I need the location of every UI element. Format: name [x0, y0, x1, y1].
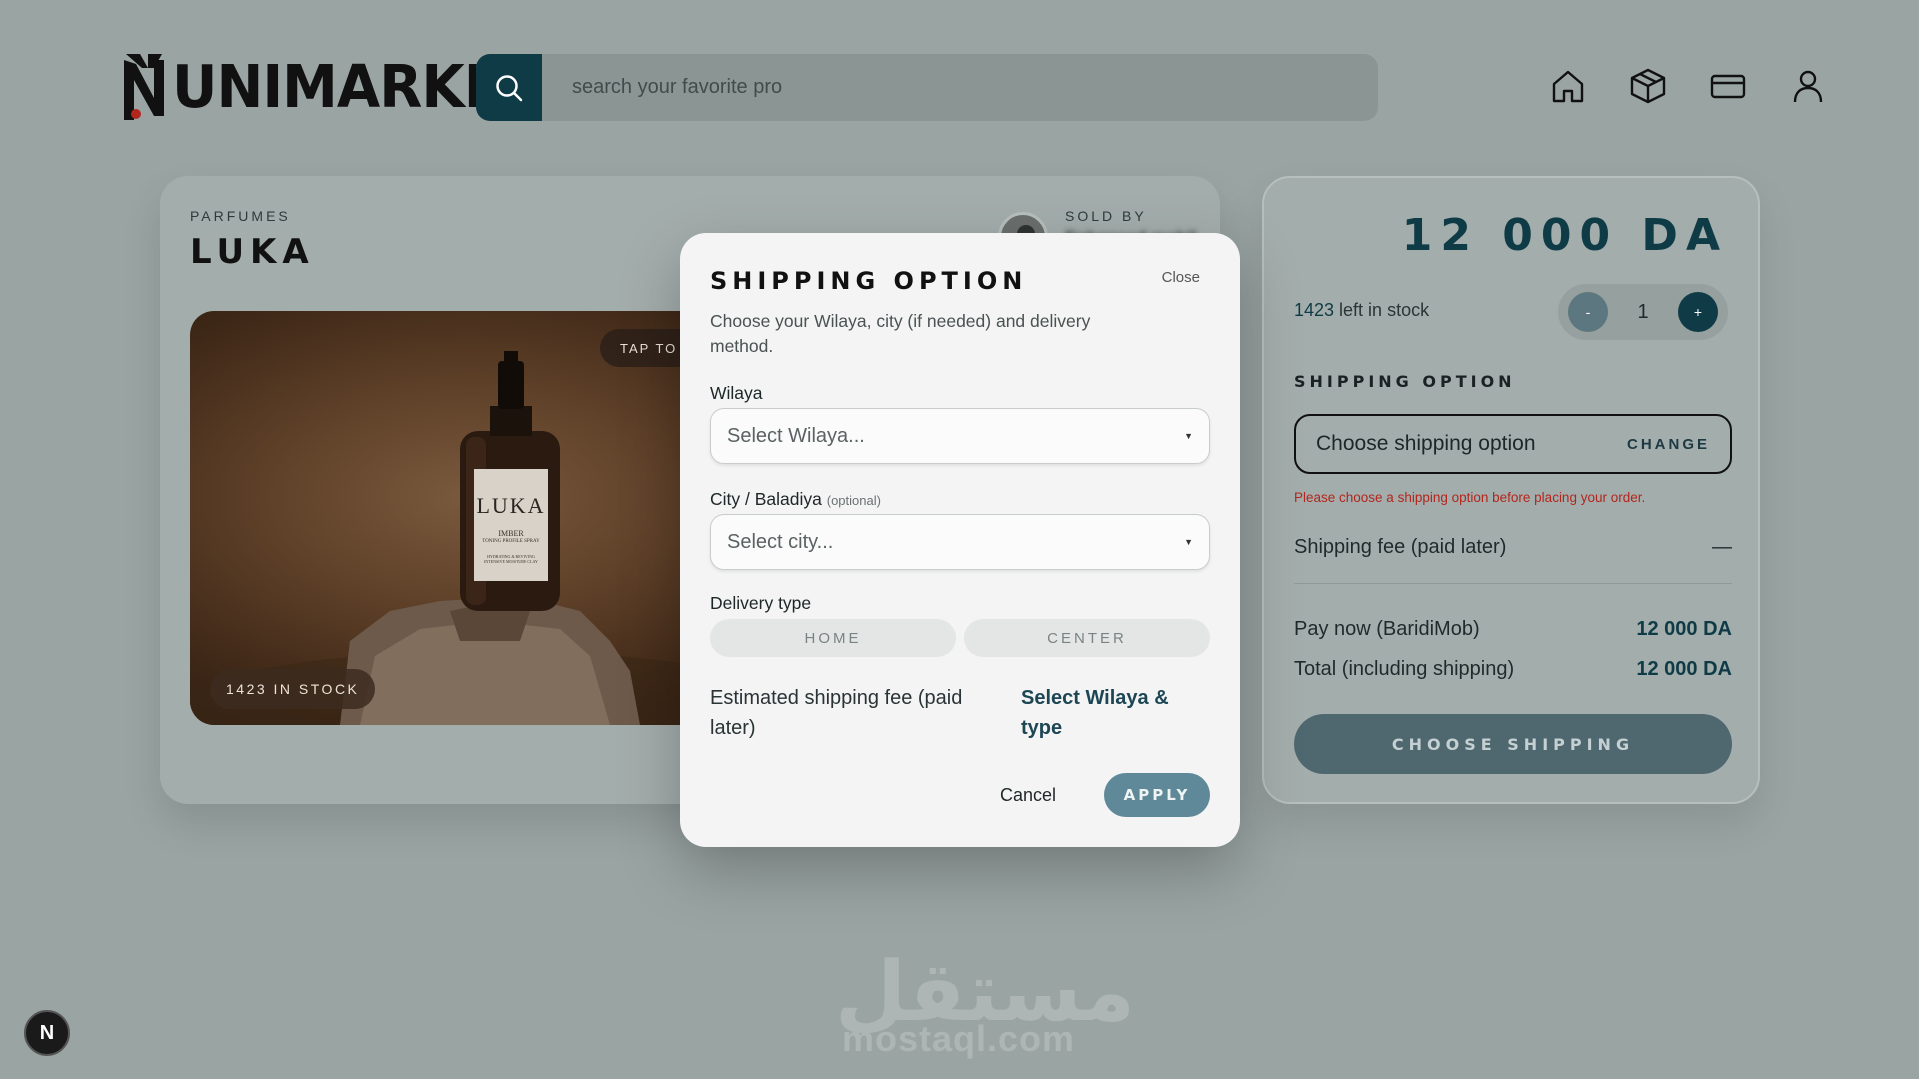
box-icon	[1630, 68, 1666, 104]
watermark-latin: mostaql.com	[842, 1018, 1076, 1059]
home-nav-button[interactable]	[1546, 64, 1590, 108]
dev-tools-badge[interactable]: N	[24, 1010, 70, 1056]
city-select-value: Select city...	[727, 530, 834, 553]
wilaya-select[interactable]: Select Wilaya... ▼	[710, 408, 1210, 464]
estimated-fee-value: Select Wilaya & type	[1021, 687, 1169, 739]
products-nav-button[interactable]	[1626, 64, 1670, 108]
total-row: Total (including shipping) 12 000 DA	[1294, 658, 1732, 681]
shipping-fee-value: —	[1712, 536, 1732, 558]
payment-nav-button[interactable]	[1706, 64, 1750, 108]
shipping-option-modal: SHIPPING OPTION Close Choose your Wilaya…	[680, 233, 1240, 847]
modal-title: SHIPPING OPTION	[710, 267, 1028, 295]
delivery-center-button[interactable]: CENTER	[964, 619, 1210, 657]
pay-now-label: Pay now (BaridiMob)	[1294, 618, 1480, 640]
modal-description: Choose your Wilaya, city (if needed) and…	[710, 311, 1091, 356]
stock-badge: 1423 IN STOCK	[210, 669, 376, 709]
change-shipping-link[interactable]: CHANGE	[1627, 436, 1710, 453]
cancel-button[interactable]: Cancel	[1000, 785, 1056, 806]
shipping-error-message: Please choose a shipping option before p…	[1294, 490, 1646, 505]
logo-mark-icon	[124, 54, 164, 120]
sold-by-label: SOLD BY	[1065, 208, 1147, 224]
choose-shipping-button[interactable]: CHOOSE SHIPPING	[1294, 714, 1732, 774]
city-label-text: City / Baladiya	[710, 489, 822, 509]
delivery-home-button[interactable]: HOME	[710, 619, 956, 657]
total-value: 12 000 DA	[1636, 658, 1732, 680]
chevron-down-icon: ▼	[1184, 431, 1193, 441]
wilaya-label: Wilaya	[710, 383, 763, 403]
apply-button[interactable]: APPLY	[1104, 773, 1210, 817]
quantity-value: 1	[1637, 300, 1649, 323]
modal-close-button[interactable]: Close	[1162, 269, 1200, 286]
search-icon	[496, 74, 523, 101]
increase-quantity-button[interactable]: +	[1678, 292, 1718, 332]
delivery-type-label: Delivery type	[710, 593, 812, 613]
city-label: City / Baladiya (optional)	[710, 489, 881, 510]
wilaya-select-value: Select Wilaya...	[727, 424, 865, 447]
chevron-down-icon: ▼	[1184, 537, 1193, 547]
purchase-card: 12 000 DA 1423 left in stock - 1 + SHIPP…	[1262, 176, 1760, 804]
total-label: Total (including shipping)	[1294, 658, 1515, 680]
bottle-label: LUKA IMBER TONING PROFILE SPRAY HYDRATIN…	[476, 493, 546, 564]
price: 12 000 DA	[1401, 210, 1728, 261]
search-input[interactable]	[542, 54, 1378, 121]
shipping-fee-row: Shipping fee (paid later) —	[1294, 536, 1732, 584]
product-category: PARFUMES	[190, 208, 291, 224]
search-button[interactable]	[476, 54, 542, 121]
stock-suffix: left in stock	[1334, 300, 1430, 320]
pay-now-value: 12 000 DA	[1636, 618, 1732, 640]
user-icon	[1793, 70, 1823, 103]
quantity-stepper: - 1 +	[1558, 284, 1728, 340]
account-nav-button[interactable]	[1786, 64, 1830, 108]
card-icon	[1710, 74, 1746, 99]
product-title: LUKA	[190, 232, 315, 272]
shipping-option-value: Choose shipping option	[1316, 432, 1536, 455]
stock-info: 1423 left in stock	[1294, 300, 1429, 321]
shipping-option-select[interactable]: Choose shipping option CHANGE	[1294, 414, 1732, 474]
home-icon	[1552, 70, 1584, 103]
decrease-quantity-button[interactable]: -	[1568, 292, 1608, 332]
stock-count: 1423	[1294, 300, 1335, 320]
city-select[interactable]: Select city... ▼	[710, 514, 1210, 570]
shipping-option-label: SHIPPING OPTION	[1294, 372, 1516, 391]
estimated-fee-label: Estimated shipping fee (paid later)	[710, 687, 963, 739]
pay-now-row: Pay now (BaridiMob) 12 000 DA	[1294, 618, 1732, 641]
shipping-fee-label: Shipping fee (paid later)	[1294, 536, 1507, 558]
city-optional-hint: (optional)	[826, 493, 881, 508]
search-bar	[476, 54, 1378, 121]
